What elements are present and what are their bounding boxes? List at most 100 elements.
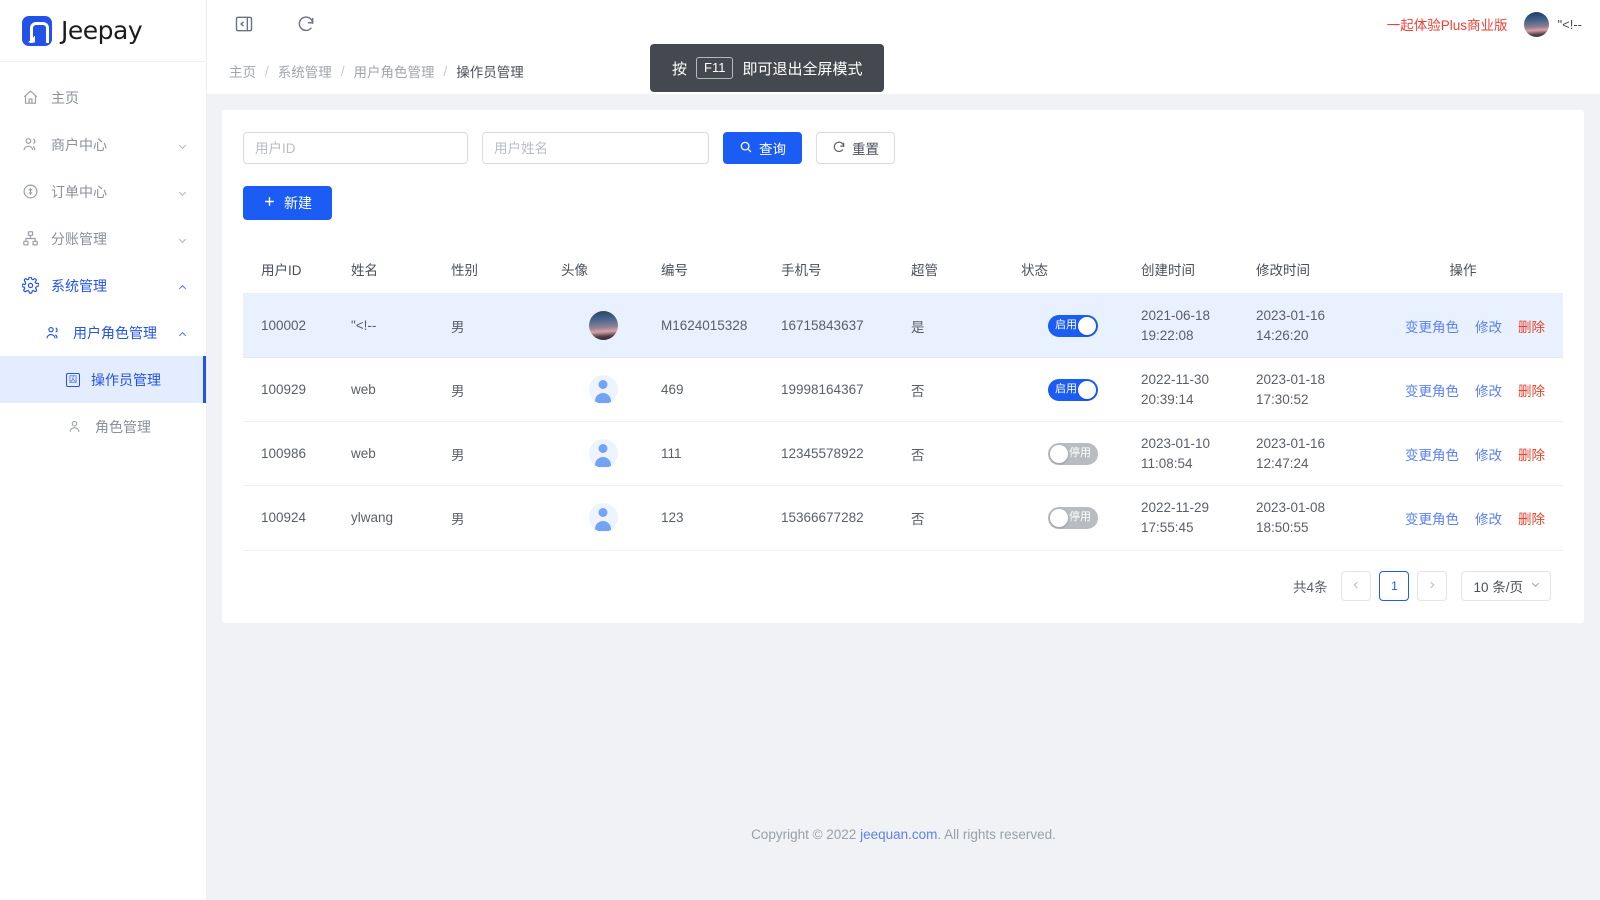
- status-toggle-label: 启用: [1055, 384, 1077, 395]
- chevron-down-icon: [177, 139, 188, 150]
- sidebar-item-role-mgmt[interactable]: 角色管理: [0, 403, 206, 450]
- sidebar-item-home[interactable]: 主页: [0, 74, 206, 121]
- status-toggle[interactable]: 停用: [1048, 443, 1098, 465]
- cell-updated-time: 2023-01-16 12:47:24: [1248, 422, 1363, 486]
- gear-icon: [22, 277, 39, 294]
- pagination-total: 共4条: [1293, 576, 1328, 596]
- created-time: 20:39:14: [1141, 390, 1240, 410]
- cell-created-time: 2023-01-10 11:08:54: [1133, 422, 1248, 486]
- query-button[interactable]: 查询: [723, 132, 802, 164]
- status-toggle-label: 停用: [1069, 512, 1091, 523]
- change-role-link[interactable]: 变更角色: [1405, 380, 1459, 400]
- new-button[interactable]: 新建: [243, 186, 332, 220]
- merchant-icon: [22, 136, 39, 153]
- user-avatar: [1524, 12, 1549, 37]
- operator-list-card: 查询 重置 新建: [222, 110, 1584, 623]
- table-row[interactable]: 100924 ylwang 男 123 15366677282 否: [243, 486, 1563, 550]
- breadcrumb-separator: /: [265, 64, 269, 79]
- user-name-label: "<!--: [1558, 17, 1582, 32]
- cell-operations: 变更角色 修改 删除: [1363, 294, 1563, 358]
- cell-status: 停用: [1013, 422, 1133, 486]
- refresh-icon: [832, 140, 846, 157]
- sidebar-item-merchant[interactable]: 商户中心: [0, 121, 206, 168]
- chevron-up-icon: [177, 280, 188, 291]
- sidebar-item-operator-mgmt[interactable]: 囚 操作员管理: [0, 356, 206, 403]
- sidebar-item-label: 操作员管理: [91, 370, 188, 390]
- table-row[interactable]: 100929 web 男 469 19998164367 否 启用: [243, 358, 1563, 422]
- refresh-icon[interactable]: [291, 9, 321, 39]
- user-role-icon: [44, 324, 61, 341]
- table-row[interactable]: 100002 "<!-- 男 M1624015328 16715843637 是: [243, 294, 1563, 358]
- created-date: 2022-11-30: [1141, 370, 1240, 390]
- pagination-prev-button[interactable]: [1341, 571, 1371, 601]
- cell-number: 123: [653, 486, 773, 550]
- jeepay-logo-icon: [22, 16, 52, 46]
- sidebar-item-label: 订单中心: [51, 182, 177, 202]
- brand-logo[interactable]: Jeepay: [0, 0, 206, 62]
- avatar: [589, 311, 618, 340]
- delete-link[interactable]: 删除: [1518, 444, 1545, 464]
- breadcrumb-item-1[interactable]: 系统管理: [278, 61, 332, 81]
- status-toggle[interactable]: 停用: [1048, 507, 1098, 529]
- updated-time: 17:30:52: [1256, 390, 1355, 410]
- person-icon: [66, 418, 83, 435]
- toast-suffix: 即可退出全屏模式: [742, 58, 862, 79]
- sidebar-item-split-account[interactable]: 分账管理: [0, 215, 206, 262]
- delete-link[interactable]: 删除: [1518, 316, 1545, 336]
- edit-link[interactable]: 修改: [1475, 508, 1502, 528]
- created-date: 2023-01-10: [1141, 434, 1240, 454]
- pagination-next-button[interactable]: [1417, 571, 1447, 601]
- edit-link[interactable]: 修改: [1475, 380, 1502, 400]
- change-role-link[interactable]: 变更角色: [1405, 508, 1459, 528]
- toggle-knob: [1078, 317, 1096, 335]
- pagination-page-size-select[interactable]: 10 条/页: [1461, 571, 1551, 601]
- table-body: 100002 "<!-- 男 M1624015328 16715843637 是: [243, 294, 1563, 551]
- delete-link[interactable]: 删除: [1518, 380, 1545, 400]
- sidebar-item-system[interactable]: 系统管理: [0, 262, 206, 309]
- plus-icon: [263, 195, 276, 211]
- col-status: 状态: [1013, 246, 1133, 294]
- search-input-user-id[interactable]: [243, 132, 468, 164]
- cell-operations: 变更角色 修改 删除: [1363, 486, 1563, 550]
- edit-link[interactable]: 修改: [1475, 444, 1502, 464]
- breadcrumb-separator: /: [341, 64, 345, 79]
- plus-commercial-link[interactable]: 一起体验Plus商业版: [1387, 14, 1508, 34]
- status-toggle-label: 停用: [1069, 448, 1091, 459]
- menu-collapse-icon[interactable]: [229, 9, 259, 39]
- reset-button-label: 重置: [852, 138, 879, 158]
- updated-time: 18:50:55: [1256, 518, 1355, 538]
- edit-link[interactable]: 修改: [1475, 316, 1502, 336]
- cell-created-time: 2022-11-29 17:55:45: [1133, 486, 1248, 550]
- status-toggle[interactable]: 启用: [1048, 315, 1098, 337]
- cell-sex: 男: [443, 358, 553, 422]
- toggle-knob: [1050, 445, 1068, 463]
- cell-status: 启用: [1013, 358, 1133, 422]
- search-form: 查询 重置: [243, 132, 1563, 164]
- sidebar-item-label: 用户角色管理: [73, 323, 177, 343]
- change-role-link[interactable]: 变更角色: [1405, 316, 1459, 336]
- cell-created-time: 2021-06-18 19:22:08: [1133, 294, 1248, 358]
- breadcrumb-item-0[interactable]: 主页: [229, 61, 256, 81]
- change-role-link[interactable]: 变更角色: [1405, 444, 1459, 464]
- table-row[interactable]: 100986 web 男 111 12345578922 否 停用: [243, 422, 1563, 486]
- breadcrumb-item-2[interactable]: 用户角色管理: [354, 61, 435, 81]
- home-icon: [22, 89, 39, 106]
- breadcrumb: 主页 / 系统管理 / 用户角色管理 / 操作员管理: [207, 48, 1600, 94]
- sidebar-item-label: 主页: [51, 88, 188, 108]
- new-button-label: 新建: [284, 193, 312, 213]
- search-input-user-name[interactable]: [482, 132, 709, 164]
- delete-link[interactable]: 删除: [1518, 508, 1545, 528]
- cell-user-id: 100924: [243, 486, 343, 550]
- cell-superadmin: 否: [903, 358, 1013, 422]
- footer-link[interactable]: jeequan.com: [860, 827, 937, 842]
- reset-button[interactable]: 重置: [816, 132, 895, 164]
- status-toggle[interactable]: 启用: [1048, 379, 1098, 401]
- pagination-page-1[interactable]: 1: [1379, 571, 1409, 601]
- sidebar-item-user-role[interactable]: 用户角色管理: [0, 309, 206, 356]
- cell-phone: 15366677282: [773, 486, 903, 550]
- user-menu[interactable]: "<!--: [1524, 12, 1582, 37]
- cell-name: web: [343, 422, 443, 486]
- sidebar-submenu-system: 用户角色管理 囚 操作员管理 角色管理: [0, 309, 206, 450]
- main-area: 一起体验Plus商业版 "<!-- 主页 / 系统管理 / 用户角色管理 / 操…: [207, 0, 1600, 900]
- sidebar-item-order[interactable]: 订单中心: [0, 168, 206, 215]
